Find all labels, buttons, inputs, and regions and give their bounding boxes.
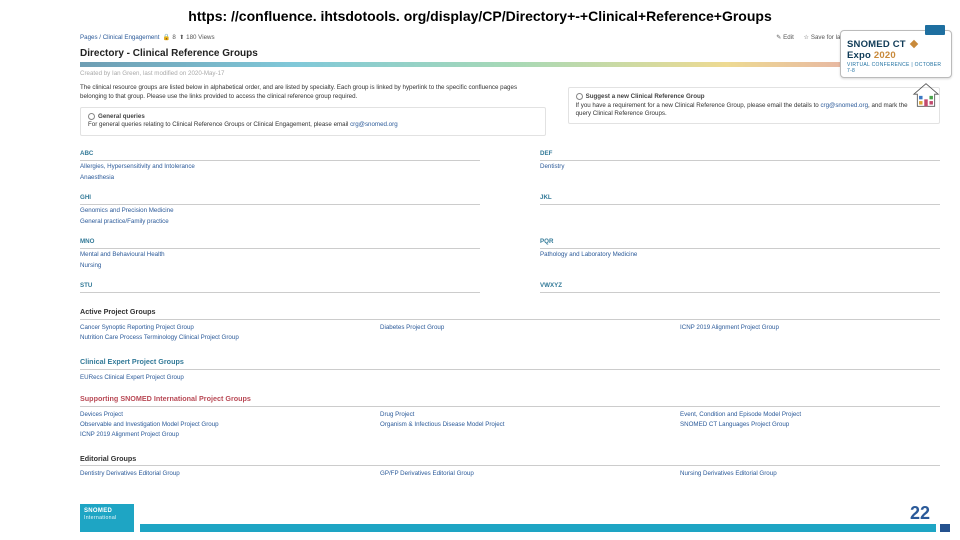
snomed-logo: SNOMED International [80,504,134,532]
list-item[interactable]: Organism & Infectious Disease Model Proj… [380,421,505,428]
alpha-pqr: PQR [540,238,940,249]
expo-brand: SNOMED CT [847,39,906,50]
editorial-heading: Editorial Groups [80,454,940,467]
edit-button[interactable]: ✎ Edit [776,34,794,41]
page-meta: Created by Ian Green, last modified on 2… [80,70,940,78]
list-item[interactable]: Nursing Derivatives Editorial Group [680,470,777,477]
logo-line2: International [84,515,116,521]
general-queries-email[interactable]: crg@snomed.org [350,121,398,128]
editorial-groups: Editorial Groups Dentistry Derivatives E… [80,454,940,481]
expo-word: Expo [847,50,871,61]
supporting-groups: Supporting SNOMED International Project … [80,394,940,442]
suggest-group-email[interactable]: crg@snomed.org [820,102,868,109]
info-icon [576,93,583,100]
intro-text: The clinical resource groups are listed … [80,84,546,101]
color-stripe [80,62,940,67]
clinical-expert-groups: Clinical Expert Project Groups EURecs Cl… [80,357,940,382]
list-item[interactable]: EURecs Clinical Expert Project Group [80,374,184,381]
list-item[interactable]: GP/FP Derivatives Editorial Group [380,470,474,477]
slide-footer: SNOMED International 22 [0,502,960,532]
list-item[interactable]: Mental and Behavioural Health [80,251,165,258]
alpha-abc: ABC [80,150,480,161]
footer-bar [140,524,936,532]
alpha-stu: STU [80,282,480,293]
expo-year: 2020 [874,50,896,61]
badge-tag [925,25,945,35]
list-item[interactable]: Genomics and Precision Medicine [80,207,174,214]
suggest-group-title: Suggest a new Clinical Reference Group [586,93,705,100]
list-item[interactable]: Anaesthesia [80,174,114,181]
list-item[interactable]: Pathology and Laboratory Medicine [540,251,637,258]
suggest-group-text-1: If you have a requirement for a new Clin… [576,102,821,109]
expo-subtitle: VIRTUAL CONFERENCE | OCTOBER 7-8 [847,62,945,74]
page-topbar: Pages / Clinical Engagement 🔒 8 ⬆ 180 Vi… [80,30,940,45]
list-item[interactable]: Dentistry Derivatives Editorial Group [80,470,180,477]
list-item[interactable]: SNOMED CT Languages Project Group [680,421,789,428]
footer-bar-accent [940,524,950,532]
confluence-screenshot: Pages / Clinical Engagement 🔒 8 ⬆ 180 Vi… [80,30,940,500]
slide-url-title: https: //confluence. ihtsdotools. org/di… [0,0,960,30]
active-project-groups: Active Project Groups Cancer Synoptic Re… [80,307,940,344]
alpha-ghi: GHI [80,194,480,205]
general-queries-text: For general queries relating to Clinical… [88,121,350,128]
list-item[interactable]: Cancer Synoptic Reporting Project Group [80,324,194,331]
page-title: Directory - Clinical Reference Groups [80,47,940,61]
alpha-directory: ABC Allergies, Hypersensitivity and Intol… [80,150,940,296]
list-item[interactable]: Observable and Investigation Model Proje… [80,421,219,428]
list-item[interactable]: Diabetes Project Group [380,324,444,331]
list-item[interactable]: Nutrition Care Process Terminology Clini… [80,334,239,341]
list-item[interactable]: ICNP 2019 Alignment Project Group [80,431,179,438]
list-item[interactable]: General practice/Family practice [80,218,169,225]
expo-badge: SNOMED CT Expo 2020 VIRTUAL CONFERENCE |… [840,30,952,78]
general-queries-box: General queries For general queries rela… [80,107,546,136]
support-heading: Supporting SNOMED International Project … [80,394,940,407]
alpha-vwxyz: VWXYZ [540,282,940,293]
active-heading: Active Project Groups [80,307,940,320]
list-item[interactable]: Devices Project [80,411,123,418]
list-item[interactable]: Dentistry [540,163,564,170]
restrictions-icon[interactable]: 🔒 8 [163,34,176,41]
list-item[interactable]: Nursing [80,262,101,269]
general-queries-title: General queries [98,113,145,120]
info-icon [88,113,95,120]
list-item[interactable]: Allergies, Hypersensitivity and Intolera… [80,163,195,170]
list-item[interactable]: Drug Project [380,411,414,418]
list-item[interactable]: Event, Condition and Episode Model Proje… [680,411,801,418]
house-icon [912,82,940,108]
view-count: ⬆ 180 Views [179,34,214,41]
alpha-mno: MNO [80,238,480,249]
breadcrumb[interactable]: Pages / Clinical Engagement [80,34,159,41]
page-number: 22 [910,503,930,524]
logo-line1: SNOMED [84,508,112,514]
list-item[interactable]: ICNP 2019 Alignment Project Group [680,324,779,331]
suggest-group-box: Suggest a new Clinical Reference Group I… [568,87,940,124]
alpha-def: DEF [540,150,940,161]
diamond-icon [909,40,917,48]
expert-heading: Clinical Expert Project Groups [80,357,940,370]
alpha-jkl: JKL [540,194,940,205]
